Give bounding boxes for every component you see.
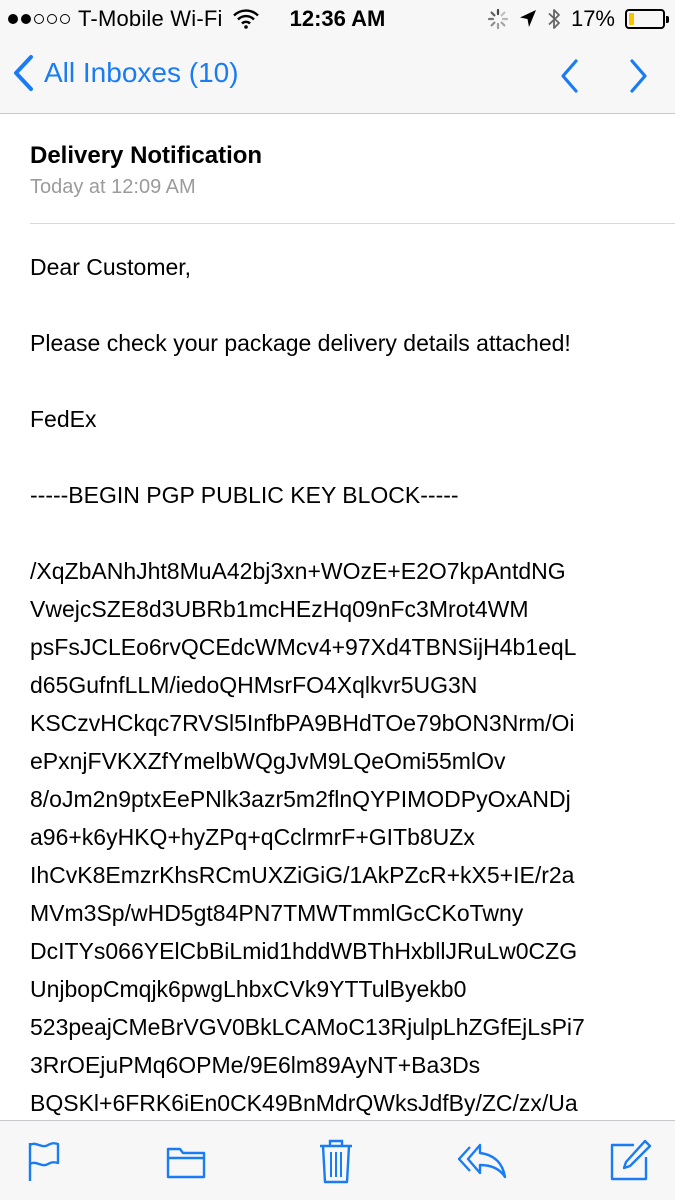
status-bar: T-Mobile Wi-Fi 12:36 AM 17%	[0, 0, 675, 40]
battery-percentage: 17%	[570, 6, 615, 31]
battery-level-fill	[629, 13, 635, 25]
next-message-button[interactable]	[627, 56, 651, 96]
pgp-key-line: 3RrOEjuPMq6OPMe/9E6lm89AyNT+Ba3Ds	[30, 1052, 481, 1078]
navigation-bar: All Inboxes (10)	[0, 40, 675, 114]
pgp-key-line: DcITYs066YElCbBiLmid1hddWBThHxbllJRuLw0C…	[30, 938, 578, 964]
pgp-header: -----BEGIN PGP PUBLIC KEY BLOCK-----	[30, 482, 459, 508]
message-text: Please check your package delivery detai…	[30, 330, 571, 356]
wifi-icon	[232, 9, 259, 29]
compose-button[interactable]	[608, 1139, 652, 1183]
reply-icon	[457, 1143, 507, 1179]
pgp-key-line: MVm3Sp/wHD5gt84PN7TMWTmmlGcCKoTwny	[30, 900, 524, 926]
pgp-key-line: UnjbopCmqjk6pwgLhbxCVk9YTTulByekb0	[30, 976, 467, 1002]
previous-message-button[interactable]	[557, 56, 581, 96]
pgp-key-line: psFsJCLEo6rvQCEdcWMcv4+97Xd4TBNSijH4b1eq…	[30, 634, 577, 660]
signal-dot-empty	[47, 14, 57, 24]
pgp-key-line: BQSKl+6FRK6iEn0CK49BnMdrQWksJdfBy/ZC/zx/…	[30, 1090, 578, 1116]
location-arrow-icon	[519, 10, 536, 27]
flag-icon	[28, 1141, 60, 1181]
compose-icon	[610, 1139, 652, 1181]
pgp-key-line: ePxnjFVKXZfYmelbWQgJvM9LQeOmi55mlOv	[30, 748, 506, 774]
signal-dot-filled	[21, 14, 31, 24]
move-to-folder-button[interactable]	[164, 1139, 208, 1183]
bottom-toolbar	[0, 1120, 675, 1200]
message-body: Dear Customer, Please check your package…	[30, 224, 660, 1120]
bluetooth-icon	[548, 9, 560, 29]
pgp-key-line: a96+k6yHKQ+hyZPq+qCclrmrF+GITb8UZx	[30, 824, 475, 850]
back-button-label: All Inboxes (10)	[44, 57, 239, 88]
back-chevron-icon	[14, 55, 33, 91]
message-subject: Delivery Notification	[30, 142, 263, 169]
trash-button[interactable]	[314, 1139, 358, 1184]
activity-spinner-icon	[487, 8, 509, 30]
pgp-key-line: d65GufnfLLM/iedoQHMsrFO4Xqlkvr5UG3N	[30, 672, 478, 698]
pgp-key-line: 523peajCMeBrVGV0BkLCAMoC13RjulpLhZGfEjLs…	[30, 1014, 585, 1040]
message-navigation	[557, 56, 651, 96]
pgp-key-line: IhCvK8EmzrKhsRCmUXZiGiG/1AkPZcR+kX5+IE/r…	[30, 862, 575, 888]
reply-button[interactable]	[454, 1139, 510, 1183]
status-left: T-Mobile Wi-Fi	[8, 6, 259, 32]
trash-icon	[320, 1139, 352, 1184]
signal-dot-filled	[8, 14, 18, 24]
flag-button[interactable]	[20, 1139, 64, 1183]
pgp-key-line: KSCzvHCkqc7RVSl5InfbPA9BHdTOe79bON3Nrm/O…	[30, 710, 575, 736]
pgp-key-line: VwejcSZE8d3UBRb1mcHEzHq09nFc3Mrot4WM	[30, 596, 529, 622]
pgp-key-line: 8/oJm2n9ptxEePNlk3azr5m2flnQYPIMODPyOxAN…	[30, 786, 571, 812]
next-message-icon	[630, 59, 647, 93]
message-signature: FedEx	[30, 406, 97, 432]
pgp-key-line: /XqZbANhJht8MuA42bj3xn+WOzE+E2O7kpAntdNG	[30, 558, 566, 584]
battery-icon	[625, 9, 669, 29]
back-button[interactable]: All Inboxes (10)	[12, 54, 239, 92]
carrier-name: T-Mobile Wi-Fi	[78, 6, 223, 31]
message-header: Delivery Notification Today at 12:09 AM	[30, 114, 675, 224]
signal-dot-empty	[34, 14, 44, 24]
folder-icon	[166, 1147, 206, 1179]
pgp-key-block: /XqZbANhJht8MuA42bj3xn+WOzE+E2O7kpAntdNG…	[30, 552, 660, 1120]
status-right: 17%	[487, 6, 669, 32]
message-greeting: Dear Customer,	[30, 254, 192, 280]
signal-dot-empty	[60, 14, 70, 24]
cellular-signal-icon	[8, 14, 70, 24]
previous-message-icon	[561, 59, 578, 93]
message-date: Today at 12:09 AM	[30, 176, 196, 198]
